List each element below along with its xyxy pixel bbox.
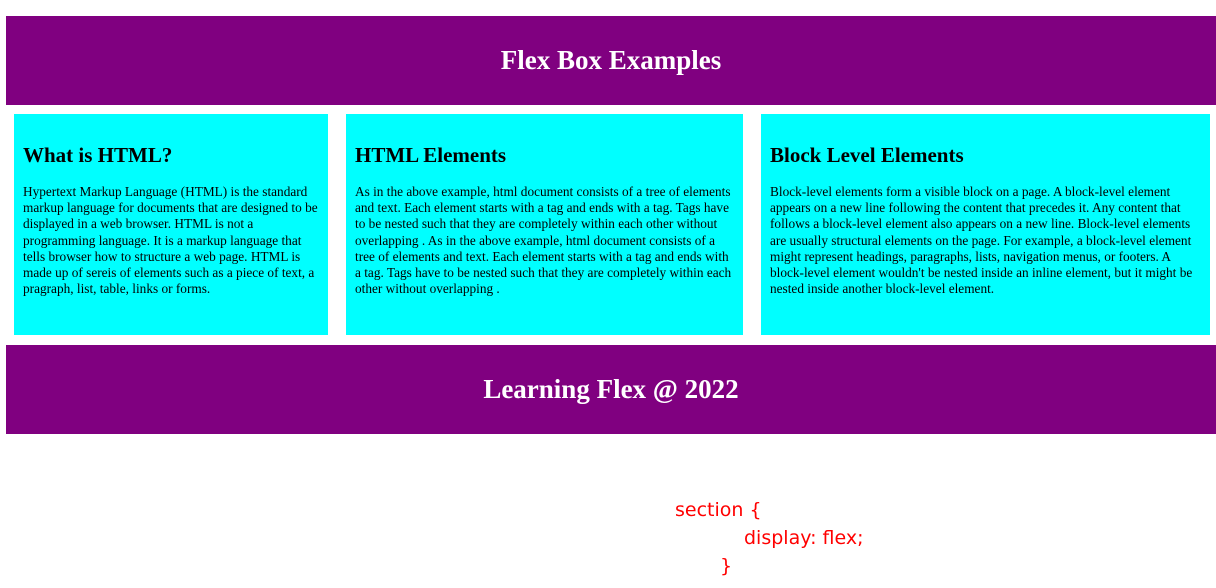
- card-text: As in the above example, html document c…: [355, 184, 732, 297]
- card-title: HTML Elements: [355, 143, 507, 167]
- page-title: Flex Box Examples: [500, 45, 722, 75]
- card-text: Hypertext Markup Language (HTML) is the …: [23, 184, 318, 297]
- code-line-2: display: flex;: [744, 527, 864, 549]
- code-line-1: section {: [675, 499, 762, 521]
- card-text: Block-level elements form a visible bloc…: [770, 184, 1193, 297]
- card-title: Block Level Elements: [770, 143, 964, 167]
- card-what-is-html: What is HTML? Hypertext Markup Language …: [14, 114, 328, 335]
- card-block-level-elements: Block Level Elements Block-level element…: [761, 114, 1210, 335]
- footer-title: Learning Flex @ 2022: [483, 374, 739, 404]
- code-line-3: }: [720, 555, 733, 577]
- flex-section: What is HTML? Hypertext Markup Language …: [0, 114, 1216, 335]
- page-footer: Learning Flex @ 2022: [6, 345, 1216, 434]
- card-title: What is HTML?: [23, 143, 173, 167]
- card-html-elements: HTML Elements As in the above example, h…: [346, 114, 743, 335]
- page-header: Flex Box Examples: [6, 16, 1216, 105]
